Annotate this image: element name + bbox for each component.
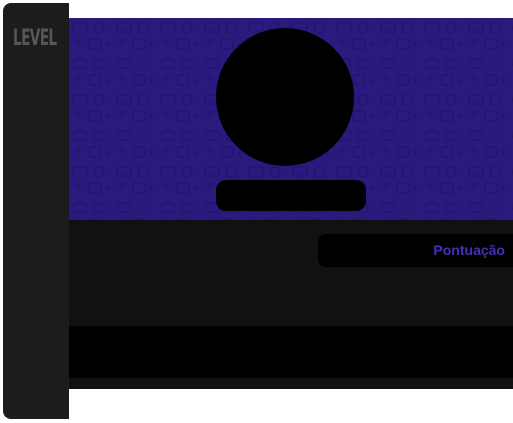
- score-label: Pontuação: [433, 242, 505, 258]
- player-name-bar: [216, 180, 366, 211]
- info-bar: [69, 326, 513, 378]
- score-box: Pontuação: [318, 234, 513, 267]
- level-sidebar: [3, 3, 69, 419]
- avatar: [216, 28, 354, 166]
- level-label: LEVEL: [13, 26, 57, 51]
